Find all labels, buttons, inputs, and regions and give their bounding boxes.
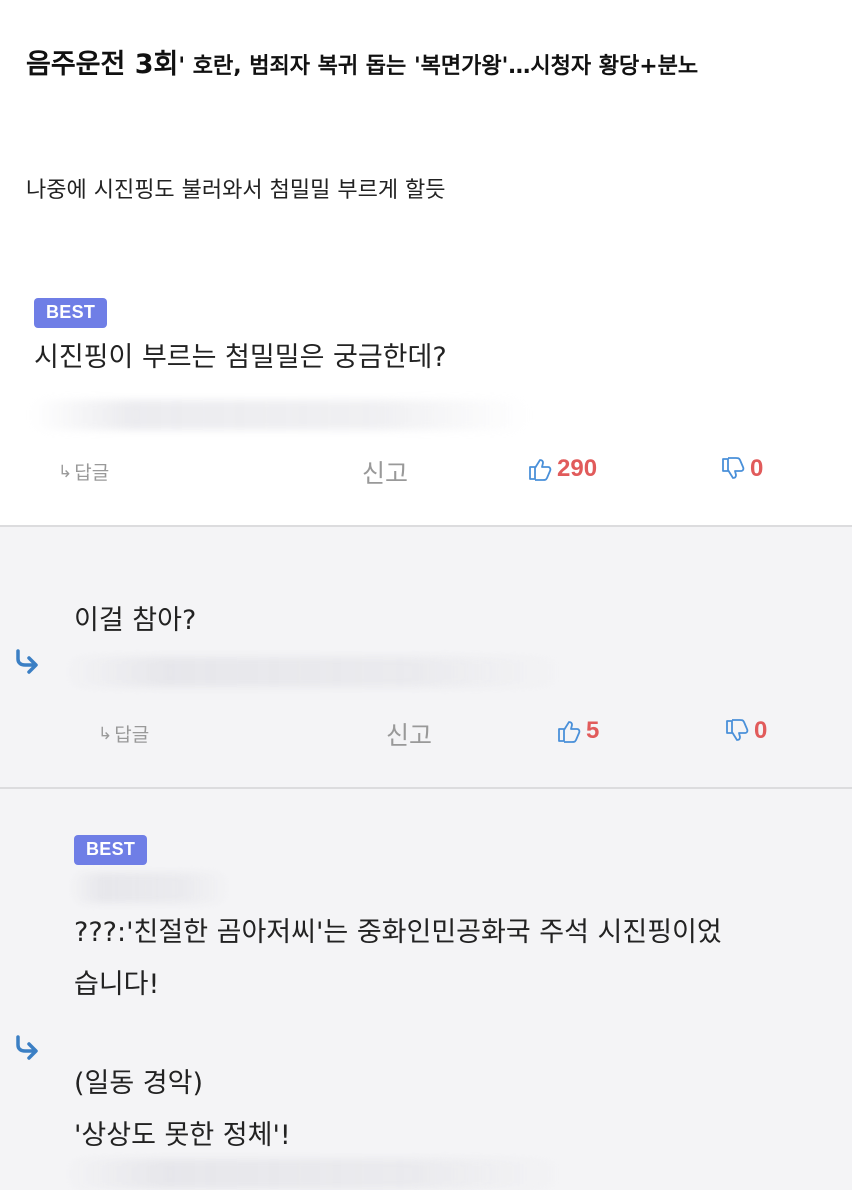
comment-meta-blurred xyxy=(64,1159,564,1189)
thumbs-down-icon xyxy=(726,719,749,741)
comment-meta-blurred xyxy=(70,873,230,903)
comment-text: (일동 경악) '상상도 못한 정체'! xyxy=(74,1058,834,1162)
comment-text: 시진핑이 부르는 첨밀밀은 궁금한데? xyxy=(34,342,447,373)
reply-label: 답글 xyxy=(114,724,150,746)
comment-meta-blurred xyxy=(30,400,530,430)
reply-button[interactable]: ↳ 답글 xyxy=(98,720,149,747)
dislike-button[interactable]: 0 xyxy=(724,717,767,745)
headline-text: ' 호란, 범죄자 복귀 돕는 '복면가왕'…시청자 황당+분노 xyxy=(178,54,699,79)
report-button[interactable]: 신고 xyxy=(362,454,408,490)
comment-line: ???:'친절한 곰아저씨'는 중화인민공화국 주석 시진핑이었 xyxy=(74,917,722,948)
dislike-count: 0 xyxy=(754,717,768,744)
reply-indicator-icon xyxy=(16,649,38,674)
dislike-count: 0 xyxy=(750,455,764,482)
article-section: 음주운전 3회' 호란, 범죄자 복귀 돕는 '복면가왕'…시청자 황당+분노 … xyxy=(0,0,852,525)
like-button[interactable]: 5 xyxy=(556,717,599,745)
comment-line: 습니다! xyxy=(74,969,160,1000)
best-badge: BEST xyxy=(74,835,148,865)
like-count: 290 xyxy=(557,455,598,482)
headline-emphasis: 음주운전 3회 xyxy=(26,49,179,80)
reply-comment: 이걸 참아? ↳ 답글 신고 5 0 xyxy=(0,527,852,787)
comment-line: '상상도 못한 정체'! xyxy=(74,1120,291,1151)
reply-arrow-icon: ↳ xyxy=(98,723,113,744)
article-summary: 나중에 시진핑도 불러와서 첨밀밀 부르게 할듯 xyxy=(26,178,446,203)
reply-comment: BEST ???:'친절한 곰아저씨'는 중화인민공화국 주석 시진핑이었 습니… xyxy=(0,789,852,1190)
like-count: 5 xyxy=(586,717,600,744)
reply-arrow-icon: ↳ xyxy=(58,461,73,482)
reply-indicator-icon xyxy=(16,1035,38,1060)
dislike-button[interactable]: 0 xyxy=(720,455,763,483)
comment-text: ???:'친절한 곰아저씨'는 중화인민공화국 주석 시진핑이었 습니다! xyxy=(74,907,834,1011)
thumbs-down-icon xyxy=(722,457,745,479)
article-headline[interactable]: 음주운전 3회' 호란, 범죄자 복귀 돕는 '복면가왕'…시청자 황당+분노 xyxy=(26,40,816,93)
reply-label: 답글 xyxy=(74,462,110,484)
best-badge: BEST xyxy=(34,298,108,328)
thumbs-up-icon xyxy=(558,721,581,743)
like-button[interactable]: 290 xyxy=(527,455,597,483)
thumbs-up-icon xyxy=(529,459,552,481)
report-button[interactable]: 신고 xyxy=(386,716,432,752)
comment-line: (일동 경악) xyxy=(74,1068,204,1099)
comment-meta-blurred xyxy=(64,657,564,687)
comment-text: 이걸 참아? xyxy=(74,605,197,636)
reply-button[interactable]: ↳ 답글 xyxy=(58,458,109,485)
